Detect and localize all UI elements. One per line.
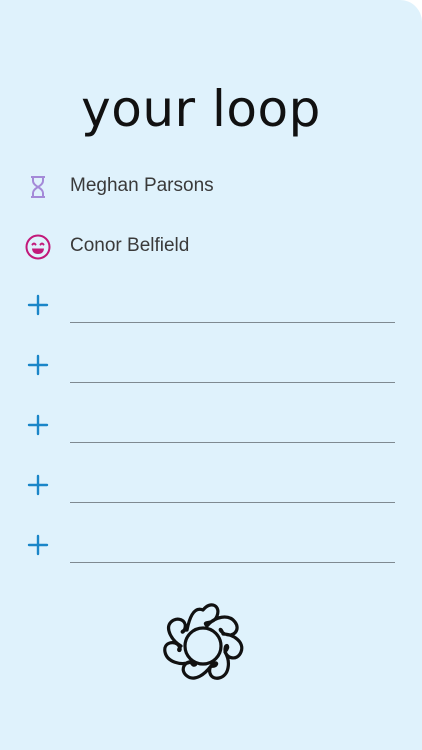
add-member-input[interactable] <box>70 352 395 383</box>
add-icon[interactable] <box>25 472 51 498</box>
add-member-input[interactable] <box>70 412 395 443</box>
loop-screen: your loop Meghan Parsons Conor Belfield <box>0 0 422 750</box>
add-member-row <box>0 352 422 412</box>
add-icon[interactable] <box>25 292 51 318</box>
add-member-input[interactable] <box>70 472 395 503</box>
add-member-row <box>0 532 422 592</box>
member-name: Meghan Parsons <box>70 175 214 196</box>
member-name: Conor Belfield <box>70 235 190 256</box>
add-icon[interactable] <box>25 352 51 378</box>
add-member-input[interactable] <box>70 532 395 563</box>
member-row-conor[interactable]: Conor Belfield <box>0 226 422 266</box>
add-icon[interactable] <box>25 532 51 558</box>
add-icon[interactable] <box>25 412 51 438</box>
smiley-icon <box>25 234 51 260</box>
hourglass-icon <box>31 176 45 198</box>
loop-logo-icon <box>163 603 244 680</box>
add-member-row <box>0 412 422 472</box>
page-title: your loop <box>81 80 321 138</box>
add-member-row <box>0 292 422 352</box>
add-member-input[interactable] <box>70 292 395 323</box>
add-member-row <box>0 472 422 532</box>
member-row-meghan[interactable]: Meghan Parsons <box>0 166 422 206</box>
